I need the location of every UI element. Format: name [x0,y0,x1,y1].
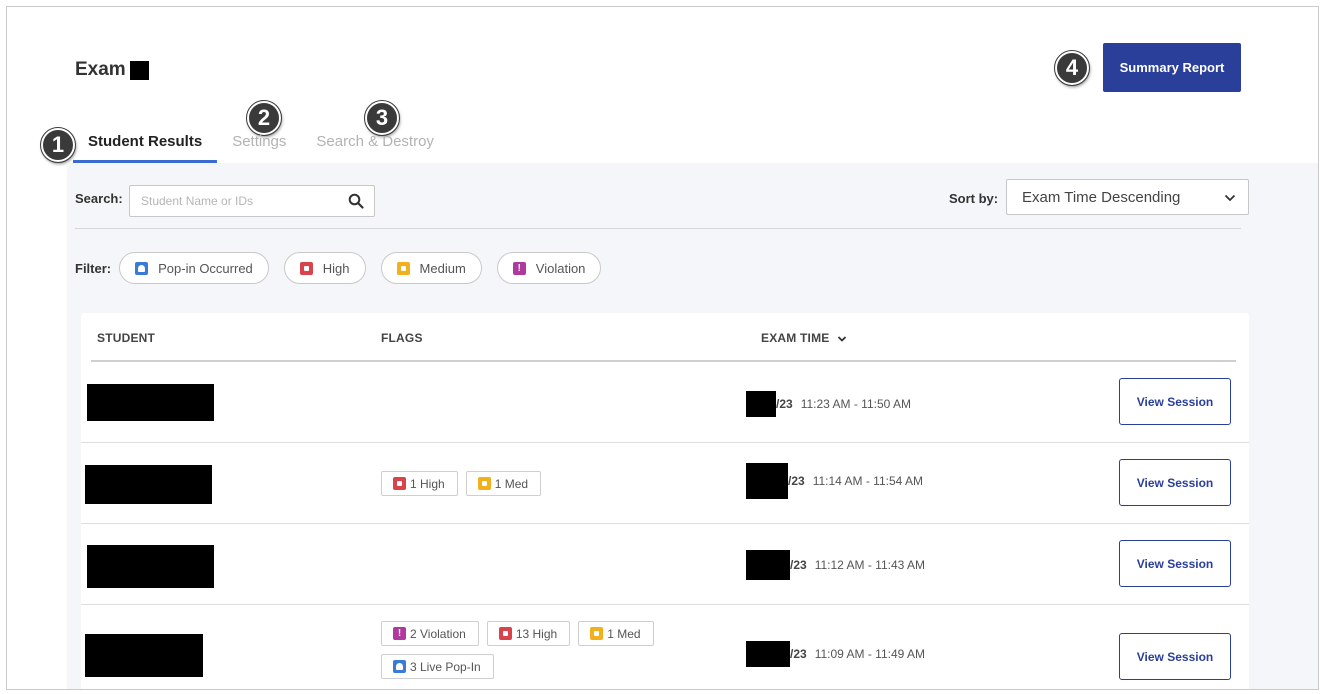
page-title: Exam [75,59,149,81]
results-table: STUDENT FLAGS EXAM TIME /23 11:23 AM - 1… [81,313,1249,689]
redacted-date [746,463,788,499]
filter-chip-pop-in[interactable]: Pop-in Occurred [119,252,269,284]
redacted-student-name [87,384,214,421]
date-suffix: /23 [790,558,807,572]
table-row: 1 High 1 Med /23 11:14 AM - 11:54 AM Vie… [81,443,1249,524]
flag-chip-label: 1 Med [607,626,641,641]
view-session-button[interactable]: View Session [1119,378,1231,425]
view-session-button[interactable]: View Session [1119,633,1231,680]
medium-flag-icon [396,261,410,275]
redacted-date [746,641,790,667]
exam-time-cell: /23 11:14 AM - 11:54 AM [746,463,923,499]
tab-settings[interactable]: Settings [217,129,301,163]
time-range: 11:14 AM - 11:54 AM [812,474,923,488]
exam-label: Exam [75,59,126,80]
tab-search-and-destroy[interactable]: Search & Destroy [301,129,449,163]
redacted-exam-name [129,60,149,80]
view-session-button[interactable]: View Session [1119,459,1231,506]
column-header-flags: FLAGS [381,331,423,345]
search-input[interactable] [130,186,330,216]
filter-chip-high[interactable]: High [283,252,366,284]
filter-chip-violation[interactable]: ! Violation [496,252,602,284]
table-row: /23 11:23 AM - 11:50 AM View Session [81,362,1249,443]
date-suffix: /23 [776,397,793,411]
violation-icon: ! [512,261,526,275]
redacted-date [746,391,776,417]
sort-select[interactable]: Exam Time Descending [1006,179,1249,215]
sort-label: Sort by: [949,191,999,206]
app-window: Exam Summary Report 1 2 3 4 Student Resu… [6,6,1319,690]
flag-chip-medium: 1 Med [578,621,654,646]
date-suffix: /23 [790,647,807,661]
redacted-student-name [85,465,212,504]
flag-chip-label: 1 High [410,476,445,491]
summary-report-button[interactable]: Summary Report [1103,43,1241,92]
flag-chip-high: 13 High [486,621,571,646]
flag-chip-high: 1 High [381,471,458,496]
redacted-student-name [87,545,214,588]
time-range: 11:09 AM - 11:49 AM [814,647,925,661]
tab-bar: Student Results Settings Search & Destro… [73,129,449,163]
filter-bar: Filter: Pop-in Occurred High Medium ! Vi… [75,251,616,285]
chevron-down-icon [1224,194,1236,202]
filter-chip-label: High [322,260,350,276]
high-flag-icon [393,477,406,490]
table-row: /23 11:12 AM - 11:43 AM View Session [81,524,1249,605]
flags-cell: 1 High 1 Med [381,471,691,504]
callout-marker-1: 1 [40,127,76,163]
high-flag-icon [299,261,313,275]
search-label: Search: [75,191,123,206]
exam-time-cell: /23 11:12 AM - 11:43 AM [746,550,925,580]
flag-chip-label: 2 Violation [410,626,466,641]
exam-time-cell: /23 11:09 AM - 11:49 AM [746,641,925,667]
search-box [129,185,375,217]
violation-icon: ! [393,627,406,640]
table-row: ! 2 Violation 13 High 1 Med 3 Live Pop-I… [81,605,1249,689]
flag-chip-label: 13 High [515,626,558,641]
filter-chip-medium[interactable]: Medium [380,252,482,284]
high-flag-icon [498,627,512,640]
column-header-student: STUDENT [97,331,156,345]
medium-flag-icon [590,627,604,640]
person-icon [135,261,149,275]
time-range: 11:12 AM - 11:43 AM [814,558,925,572]
column-header-label: EXAM TIME [761,331,830,345]
medium-flag-icon [477,477,491,490]
callout-marker-4: 4 [1054,50,1090,86]
filter-chip-label: Medium [419,260,466,276]
date-suffix: /23 [788,474,805,488]
flags-cell: ! 2 Violation 13 High 1 Med 3 Live Pop-I… [381,621,691,687]
tab-student-results[interactable]: Student Results [73,129,218,163]
flag-chip-pop-in: 3 Live Pop-In [381,654,494,679]
search-sort-bar: Search: Sort by: Exam Time Descending [75,179,1249,219]
redacted-date [746,550,790,580]
person-icon [393,660,406,673]
sort-value: Exam Time Descending [1022,188,1181,206]
flag-chip-violation: ! 2 Violation [381,621,479,646]
filter-chip-label: Pop-in Occurred [158,260,253,276]
exam-time-cell: /23 11:23 AM - 11:50 AM [746,391,911,417]
column-header-exam-time[interactable]: EXAM TIME [761,331,847,345]
flag-chip-medium: 1 Med [465,471,542,496]
results-panel: Search: Sort by: Exam Time Descending Fi… [67,163,1318,689]
view-session-button[interactable]: View Session [1119,540,1231,587]
flag-chip-label: 3 Live Pop-In [410,659,481,674]
time-range: 11:23 AM - 11:50 AM [800,397,911,411]
chevron-down-icon [837,336,847,342]
filter-label: Filter: [75,260,112,276]
filter-chip-label: Violation [535,260,586,276]
flag-chip-label: 1 Med [494,476,529,491]
divider [75,228,1241,229]
search-icon[interactable] [348,193,364,209]
redacted-student-name [85,634,203,677]
